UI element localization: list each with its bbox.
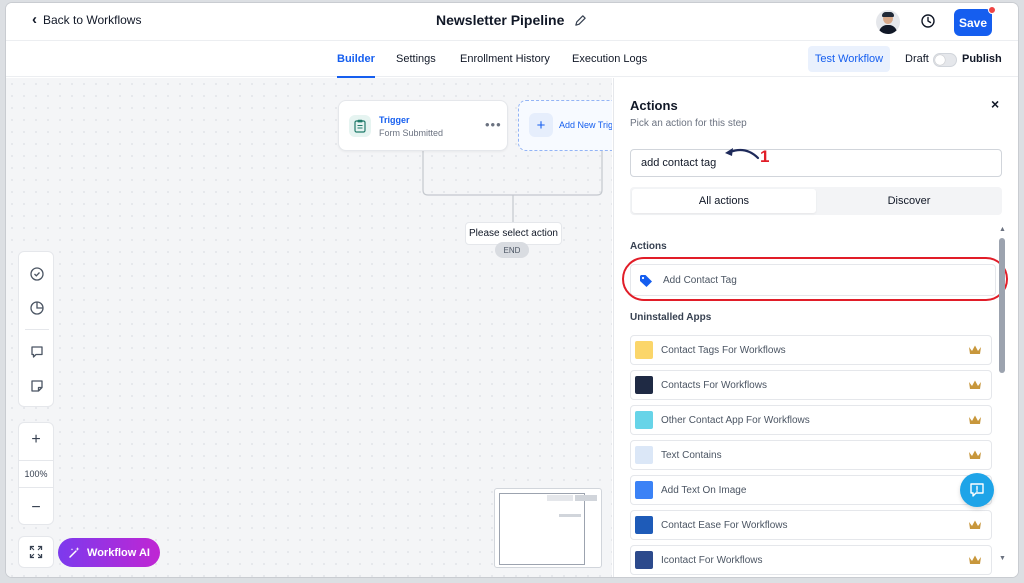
publish-label: Publish: [962, 53, 1002, 65]
app-window: ‹ Back to Workflows Newsletter Pipeline …: [6, 3, 1018, 577]
app-item[interactable]: Icontact For Workflows: [630, 545, 992, 575]
save-button[interactable]: Save: [954, 9, 992, 36]
add-new-trigger-node[interactable]: + Add New Trigger: [518, 100, 612, 151]
tab-execution-logs[interactable]: Execution Logs: [572, 53, 647, 65]
icontact-app-icon: [635, 551, 653, 569]
workflow-name[interactable]: Newsletter Pipeline: [436, 12, 564, 28]
crown-icon: [969, 380, 981, 389]
top-bar: ‹ Back to Workflows Newsletter Pipeline …: [6, 3, 1018, 41]
back-to-workflows-link[interactable]: ‹ Back to Workflows: [32, 11, 142, 28]
app-item[interactable]: Contact Tags For Workflows: [630, 335, 992, 365]
tab-enrollment-history[interactable]: Enrollment History: [460, 53, 550, 65]
text-contains-app-icon: [635, 446, 653, 464]
uninstalled-apps-heading: Uninstalled Apps: [630, 312, 712, 323]
workflow-title: Newsletter Pipeline: [436, 12, 587, 28]
crown-icon: [969, 345, 981, 354]
canvas-toolbox: [18, 251, 54, 407]
zoom-level: 100%: [19, 460, 53, 488]
app-label: Icontact For Workflows: [661, 555, 763, 566]
app-label: Contact Ease For Workflows: [661, 520, 788, 531]
comment-icon[interactable]: [28, 343, 46, 361]
magic-wand-icon: [69, 547, 80, 558]
pie-chart-icon[interactable]: [28, 299, 46, 317]
add-trigger-label: Add New Trigger: [559, 120, 612, 130]
contact-ease-app-icon: [635, 516, 653, 534]
action-search-input[interactable]: [630, 149, 1002, 177]
publish-toggle[interactable]: [933, 53, 957, 67]
test-workflow-button[interactable]: Test Workflow: [808, 46, 890, 72]
trigger-node[interactable]: Trigger Form Submitted •••: [338, 100, 508, 151]
back-label: Back to Workflows: [43, 13, 142, 27]
trigger-subtitle: Form Submitted: [379, 128, 444, 138]
pencil-icon[interactable]: [574, 14, 587, 27]
chevron-left-icon: ‹: [32, 11, 37, 28]
action-filter-tabs: All actions Discover: [630, 187, 1002, 215]
tab-builder[interactable]: Builder: [337, 53, 375, 78]
app-label: Add Text On Image: [661, 485, 747, 496]
zoom-in-button[interactable]: +: [19, 425, 53, 455]
zoom-controls: + 100% −: [18, 422, 54, 525]
minimap[interactable]: [494, 488, 602, 568]
expand-icon: [29, 545, 43, 559]
app-item[interactable]: Other Contact App For Workflows: [630, 405, 992, 435]
close-icon[interactable]: ×: [991, 96, 999, 112]
app-label: Contacts For Workflows: [661, 380, 767, 391]
end-node: END: [495, 242, 529, 258]
crown-icon: [969, 450, 981, 459]
text-on-image-app-icon: [635, 481, 653, 499]
app-item[interactable]: Add Text On Image: [630, 475, 992, 505]
tab-settings[interactable]: Settings: [396, 53, 436, 65]
app-label: Text Contains: [661, 450, 722, 461]
clipboard-icon: [349, 115, 371, 137]
check-circle-icon[interactable]: [28, 265, 46, 283]
tab-discover[interactable]: Discover: [818, 189, 1000, 213]
actions-section-heading: Actions: [630, 241, 667, 252]
zoom-out-button[interactable]: −: [19, 493, 53, 523]
scrollbar-thumb[interactable]: [999, 238, 1005, 373]
app-label: Other Contact App For Workflows: [661, 415, 810, 426]
tabs-bar: Builder Settings Enrollment History Exec…: [6, 41, 1018, 78]
history-icon[interactable]: [920, 13, 936, 29]
crown-icon: [969, 555, 981, 564]
scroll-down-arrow[interactable]: ▼: [999, 555, 1006, 562]
actions-panel: Actions Pick an action for this step × 1…: [613, 78, 1018, 577]
fit-view-button[interactable]: [18, 536, 54, 568]
app-label: Contact Tags For Workflows: [661, 345, 786, 356]
annotation-arrow-icon: [725, 148, 760, 160]
workflow-ai-button[interactable]: Workflow AI: [58, 538, 160, 567]
tab-all-actions[interactable]: All actions: [632, 189, 816, 213]
more-options-icon[interactable]: •••: [485, 117, 502, 132]
draft-label: Draft: [905, 53, 929, 65]
chat-icon: [970, 483, 984, 497]
other-contact-app-icon: [635, 411, 653, 429]
support-chat-button[interactable]: [960, 473, 994, 507]
contacts-app-icon: [635, 376, 653, 394]
app-item[interactable]: Contact Ease For Workflows: [630, 510, 992, 540]
crown-icon: [969, 520, 981, 529]
annotation-step-number: 1: [760, 147, 770, 166]
app-item[interactable]: Text Contains: [630, 440, 992, 470]
panel-subtitle: Pick an action for this step: [630, 118, 747, 129]
app-item[interactable]: Contacts For Workflows: [630, 370, 992, 400]
panel-title: Actions: [630, 98, 678, 113]
workflow-ai-label: Workflow AI: [87, 546, 150, 559]
trigger-title: Trigger: [379, 115, 410, 125]
unsaved-indicator: [988, 6, 996, 14]
plus-icon: +: [529, 113, 553, 137]
tags-app-icon: [635, 341, 653, 359]
sticky-note-icon[interactable]: [28, 377, 46, 395]
annotation-highlight-ring: [622, 257, 1008, 301]
user-avatar[interactable]: [876, 10, 900, 34]
workflow-canvas[interactable]: Trigger Form Submitted ••• + Add New Tri…: [6, 78, 612, 577]
scroll-up-arrow[interactable]: ▲: [999, 226, 1006, 233]
crown-icon: [969, 415, 981, 424]
